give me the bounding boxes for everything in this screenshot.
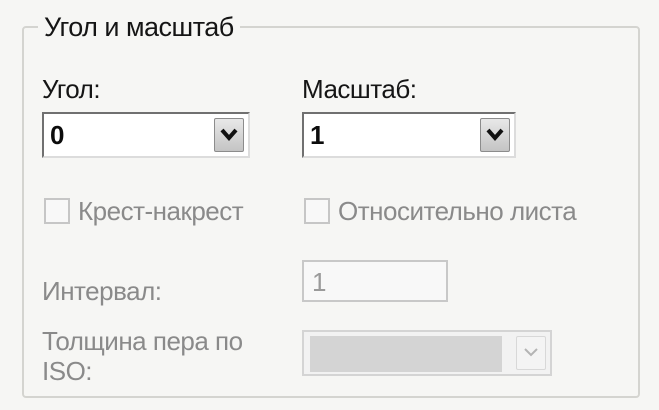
iso-pen-width-label-line2: ISO:: [42, 356, 93, 386]
relative-to-sheet-checkbox[interactable]: [304, 198, 330, 224]
group-title: Угол и масштаб: [38, 12, 240, 43]
crosshatch-checkbox[interactable]: [44, 198, 70, 224]
chevron-down-icon: [486, 128, 504, 142]
angle-value: 0: [50, 120, 65, 150]
scale-label: Масштаб:: [302, 74, 417, 104]
relative-to-sheet-label: Относительно листа: [338, 196, 577, 226]
iso-pen-width-value: [310, 336, 502, 372]
crosshatch-label: Крест-накрест: [78, 196, 244, 226]
chevron-down-icon: [220, 128, 238, 142]
interval-input[interactable]: 1: [302, 260, 448, 302]
scale-combobox[interactable]: 1: [302, 112, 516, 158]
angle-label: Угол:: [42, 74, 101, 104]
interval-label: Интервал:: [42, 276, 162, 306]
iso-pen-width-combobox[interactable]: [302, 330, 552, 376]
scale-dropdown-button[interactable]: [480, 118, 510, 152]
angle-dropdown-button[interactable]: [214, 118, 244, 152]
iso-pen-width-dropdown-button[interactable]: [516, 336, 546, 370]
angle-combobox[interactable]: 0: [42, 112, 250, 158]
scale-value: 1: [310, 120, 325, 150]
iso-pen-width-label-line1: Толщина пера по: [42, 326, 243, 356]
chevron-down-icon: [524, 348, 538, 357]
interval-value: 1: [312, 267, 327, 297]
